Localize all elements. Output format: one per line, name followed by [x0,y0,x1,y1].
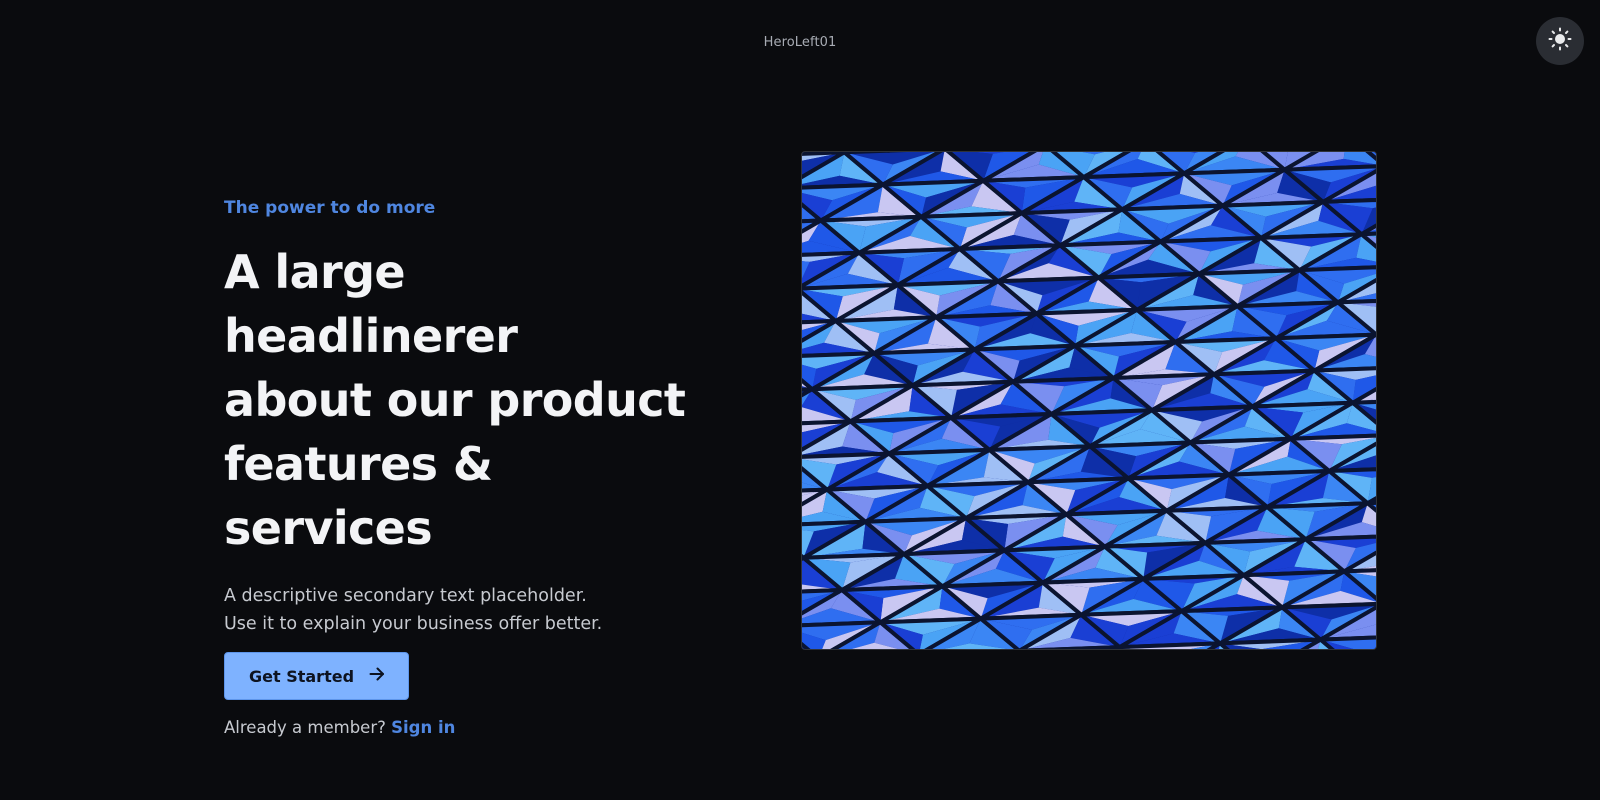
description-line: Use it to explain your business offer be… [224,614,603,634]
component-name-label: HeroLeft01 [763,35,837,50]
theme-toggle-button[interactable] [1536,17,1584,65]
eyebrow-text: The power to do more [224,198,436,218]
arrow-right-icon [368,665,386,687]
headline-line: A large headlinerer [224,245,518,363]
page: HeroLeft01 The power to do more A large … [0,0,1600,800]
headline-line: about our product [224,373,686,427]
hero-image [801,151,1377,650]
description-line: A descriptive secondary text placeholder… [224,586,587,606]
hero-headline: A large headlinerer about our product fe… [224,240,704,560]
hero-description: A descriptive secondary text placeholder… [224,582,704,638]
headline-line: features & services [224,437,493,555]
sign-in-link[interactable]: Sign in [391,718,455,737]
member-prompt: Already a member? Sign in [224,718,704,737]
get-started-button[interactable]: Get Started [224,652,410,700]
member-prompt-text: Already a member? [224,718,386,737]
get-started-label: Get Started [249,666,355,686]
hero-text-block: The power to do more A large headlinerer… [224,196,704,737]
sun-icon [1548,27,1572,56]
geometric-glass-facade-image [802,152,1376,649]
